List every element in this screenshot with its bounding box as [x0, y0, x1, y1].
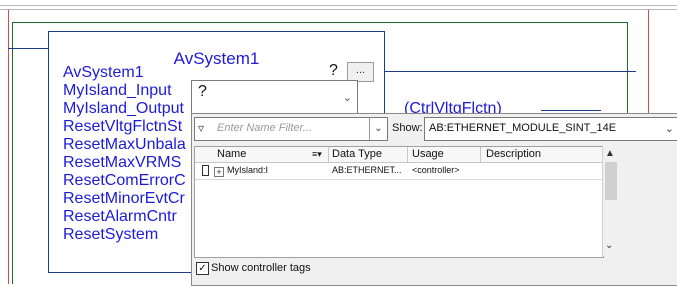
column-header-data-type[interactable]: Data Type: [332, 148, 382, 160]
grid-vertical-scrollbar[interactable]: ▲ ⌄: [602, 146, 620, 256]
operand-value: ?: [198, 83, 207, 100]
name-filter-field[interactable]: ▿ Enter Name Filter... ⌄: [194, 117, 388, 141]
column-header-usage[interactable]: Usage: [412, 148, 444, 160]
scroll-up-icon[interactable]: ▲: [605, 148, 615, 159]
pin-myisland-output: MyIsland_Output: [63, 100, 184, 117]
pin-resetmaxvrms: ResetMaxVRMS: [63, 154, 182, 171]
show-label: Show:: [392, 122, 423, 134]
sort-filter-icon[interactable]: ≡▾: [312, 149, 322, 160]
scroll-down-icon[interactable]: ⌄: [605, 240, 613, 251]
show-controller-tags-label[interactable]: Show controller tags: [211, 262, 311, 274]
browse-ellipsis-button[interactable]: ...: [347, 62, 374, 82]
chevron-down-icon[interactable]: ⌄: [665, 122, 674, 135]
rung-wire-input: [8, 48, 48, 49]
ctrl-wire: [541, 110, 601, 111]
show-type-value: AB:ETHERNET_MODULE_SINT_14E: [429, 122, 617, 134]
block-title: AvSystem1: [169, 49, 264, 68]
top-border-line-2: [0, 9, 677, 10]
operand-question-mark: ?: [329, 62, 338, 79]
chevron-down-icon[interactable]: ⌄: [343, 91, 352, 104]
tag-browser-popup[interactable]: ▿ Enter Name Filter... ⌄ Show: AB:ETHERN…: [191, 113, 677, 286]
pin-resetmaxunbala: ResetMaxUnbala: [63, 136, 186, 153]
scroll-thumb[interactable]: [605, 162, 617, 200]
tag-grid[interactable]: Name ≡▾ Data Type Usage Description + My…: [194, 146, 604, 258]
grid-header: Name ≡▾ Data Type Usage Description: [195, 147, 603, 163]
pin-myisland-input: MyIsland_Input: [63, 82, 172, 99]
expand-plus-icon[interactable]: +: [214, 167, 224, 177]
left-rung-green: [12, 22, 13, 284]
operand-combo-box[interactable]: ? ⌄: [191, 80, 358, 115]
pin-resetcomerrorc: ResetComErrorC: [63, 172, 186, 189]
pin-resetalarmcntr: ResetAlarmCntr: [63, 208, 177, 225]
rung-top-green: [12, 22, 627, 23]
pin-instance: AvSystem1: [63, 64, 144, 81]
column-header-description[interactable]: Description: [486, 148, 541, 160]
left-power-rail-red: [8, 10, 9, 284]
row-usage: <controller>: [412, 165, 460, 175]
filter-dropdown-button[interactable]: ⌄: [369, 118, 387, 140]
table-row[interactable]: + MyIsland:I AB:ETHERNET... <controller>: [195, 163, 603, 180]
row-data-type: AB:ETHERNET...: [332, 165, 402, 175]
row-selection-indicator-icon: [202, 165, 209, 176]
name-filter-placeholder: Enter Name Filter...: [217, 122, 312, 134]
column-header-name[interactable]: Name: [217, 148, 246, 160]
pin-resetminorevtcr: ResetMinorEvtCr: [63, 190, 185, 207]
row-name: MyIsland:I: [227, 165, 269, 175]
filter-funnel-icon[interactable]: ▿: [198, 121, 204, 135]
pin-resetsystem: ResetSystem: [63, 226, 159, 243]
top-border-line: [0, 5, 677, 6]
show-controller-tags-checkbox[interactable]: ✓: [196, 262, 209, 275]
show-type-select[interactable]: AB:ETHERNET_MODULE_SINT_14E ⌄: [424, 117, 677, 141]
rung-wire-output: [384, 71, 636, 72]
pin-resetvltgflctnst: ResetVltgFlctnSt: [63, 118, 183, 135]
